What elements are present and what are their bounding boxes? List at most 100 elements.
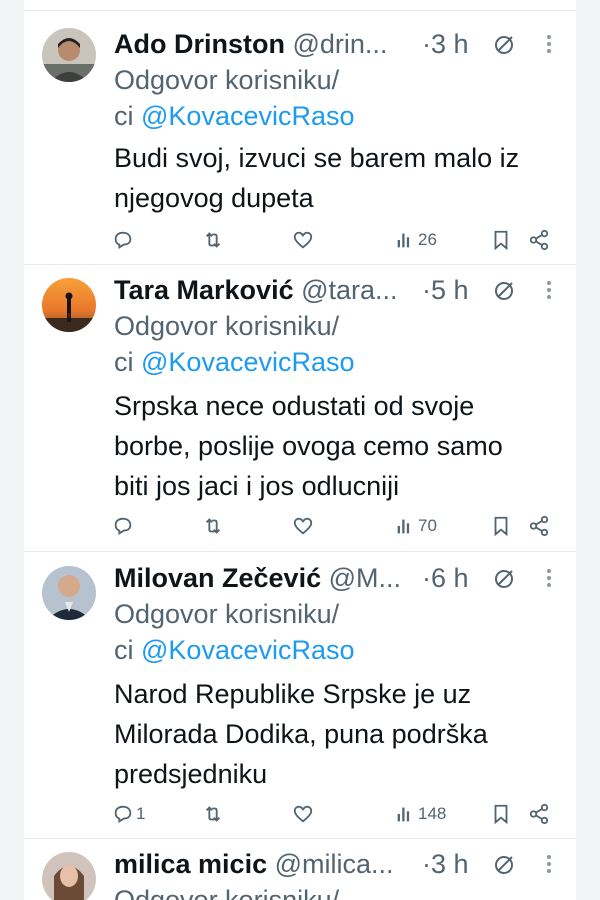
- tweet-header: milica micic @milica... ·3 h: [114, 844, 554, 884]
- like-icon: [293, 517, 313, 535]
- text-line: Srpska nece odustati od svoje: [114, 391, 475, 421]
- mention-link[interactable]: @KovacevicRaso: [141, 101, 355, 131]
- reply-icon: [114, 517, 132, 535]
- share-button[interactable]: [528, 226, 550, 254]
- divider: [24, 264, 576, 265]
- user-handle[interactable]: @milica...: [275, 849, 394, 879]
- like-button[interactable]: [292, 512, 314, 540]
- reply-prefix: Odgovor korisniku/: [114, 885, 340, 900]
- reply-prefix-2: ci: [114, 101, 134, 131]
- text-line: predsjedniku: [114, 759, 268, 789]
- reply-context: Odgovor korisniku/: [114, 882, 414, 900]
- tweet-text: Budi svoj, izvuci se barem malo iz njego…: [114, 138, 564, 218]
- share-button[interactable]: [528, 800, 550, 828]
- reply-prefix: Odgovor korisniku/: [114, 599, 340, 629]
- bookmark-button[interactable]: [490, 512, 512, 540]
- reply-prefix-2: ci: [114, 635, 134, 665]
- action-bar: 26: [114, 226, 574, 254]
- left-gutter: [0, 0, 24, 900]
- reply-context: Odgovor korisniku/ ci @KovacevicRaso: [114, 62, 414, 134]
- mention-link[interactable]: @KovacevicRaso: [141, 347, 355, 377]
- avatar[interactable]: [42, 278, 96, 332]
- reply-button[interactable]: [112, 512, 136, 540]
- views-count: 70: [418, 516, 437, 535]
- avatar[interactable]: [42, 852, 96, 900]
- mute-icon: [495, 36, 513, 54]
- text-line: njegovog dupeta: [114, 183, 314, 213]
- user-handle[interactable]: @M...: [329, 563, 401, 593]
- share-icon: [529, 515, 549, 537]
- text-line: Milorada Dodika, puna podrška: [114, 719, 488, 749]
- retweet-button[interactable]: [202, 800, 224, 828]
- views-count: 26: [418, 230, 437, 249]
- reply-context: Odgovor korisniku/ ci @KovacevicRaso: [114, 596, 414, 668]
- more-icon[interactable]: [539, 278, 559, 302]
- more-icon[interactable]: [539, 32, 559, 56]
- reply-icon: [114, 231, 132, 249]
- divider: [24, 838, 576, 839]
- bookmark-icon: [494, 516, 508, 537]
- views-icon: [397, 807, 410, 822]
- tweet[interactable]: Ado Drinston @drin... ·3 h Odgovor koris…: [24, 22, 576, 262]
- tweet-header: Tara Marković @tara... ·5 h: [114, 270, 554, 310]
- views-icon: [397, 233, 410, 248]
- reply-prefix: Odgovor korisniku/: [114, 65, 340, 95]
- avatar[interactable]: [42, 566, 96, 620]
- user-handle[interactable]: @drin...: [293, 29, 388, 59]
- reply-context: Odgovor korisniku/ ci @KovacevicRaso: [114, 308, 414, 380]
- like-icon: [293, 231, 313, 249]
- retweet-icon: [205, 518, 221, 534]
- user-handle[interactable]: @tara...: [301, 275, 397, 305]
- more-icon[interactable]: [539, 566, 559, 590]
- tweet[interactable]: Tara Marković @tara... ·5 h Odgovor kori…: [24, 268, 576, 548]
- display-name[interactable]: milica micic: [114, 849, 267, 879]
- tweet-header: Milovan Zečević @M... ·6 h: [114, 558, 554, 598]
- text-line: Budi svoj, izvuci se barem malo iz: [114, 143, 520, 173]
- display-name[interactable]: Milovan Zečević: [114, 563, 321, 593]
- more-icon[interactable]: [539, 852, 559, 876]
- reply-prefix-2: ci: [114, 347, 134, 377]
- views-button[interactable]: 26: [394, 226, 437, 254]
- tweet-header: Ado Drinston @drin... ·3 h: [114, 24, 554, 64]
- display-name[interactable]: Tara Marković: [114, 275, 294, 305]
- tweet[interactable]: milica micic @milica... ·3 h Odgovor kor…: [24, 842, 576, 900]
- bookmark-button[interactable]: [490, 800, 512, 828]
- action-bar: 1 148: [114, 800, 574, 828]
- like-button[interactable]: [292, 226, 314, 254]
- mute-icon: [495, 282, 513, 300]
- timestamp[interactable]: ·5 h: [422, 270, 469, 310]
- timestamp[interactable]: ·6 h: [422, 558, 469, 598]
- right-gutter: [576, 0, 600, 900]
- views-icon: [397, 519, 410, 534]
- like-button[interactable]: [292, 800, 314, 828]
- retweet-button[interactable]: [202, 512, 224, 540]
- like-icon: [293, 805, 313, 823]
- mute-icon: [495, 570, 513, 588]
- reply-icon: [114, 805, 132, 823]
- timestamp[interactable]: ·3 h: [422, 844, 469, 884]
- views-button[interactable]: 148: [394, 800, 446, 828]
- tweet[interactable]: Milovan Zečević @M... ·6 h Odgovor koris…: [24, 556, 576, 836]
- reply-prefix: Odgovor korisniku/: [114, 311, 340, 341]
- share-icon: [529, 229, 549, 251]
- share-icon: [529, 803, 549, 825]
- timestamp[interactable]: ·3 h: [422, 24, 469, 64]
- mute-icon: [495, 856, 513, 874]
- text-line: borbe, poslije ovoga cemo samo: [114, 431, 503, 461]
- reply-button[interactable]: [112, 226, 136, 254]
- text-line: biti jos jaci i jos odlucniji: [114, 471, 400, 501]
- bookmark-icon: [494, 230, 508, 251]
- retweet-button[interactable]: [202, 226, 224, 254]
- mention-link[interactable]: @KovacevicRaso: [141, 635, 355, 665]
- text-line: Narod Republike Srpske je uz: [114, 679, 472, 709]
- avatar[interactable]: [42, 28, 96, 82]
- bookmark-icon: [494, 804, 508, 825]
- tweet-text: Narod Republike Srpske je uz Milorada Do…: [114, 674, 564, 794]
- share-button[interactable]: [528, 512, 550, 540]
- reply-button[interactable]: 1: [112, 800, 145, 828]
- views-button[interactable]: 70: [394, 512, 437, 540]
- display-name[interactable]: Ado Drinston: [114, 29, 285, 59]
- bookmark-button[interactable]: [490, 226, 512, 254]
- retweet-icon: [205, 806, 221, 822]
- views-count: 148: [418, 804, 447, 823]
